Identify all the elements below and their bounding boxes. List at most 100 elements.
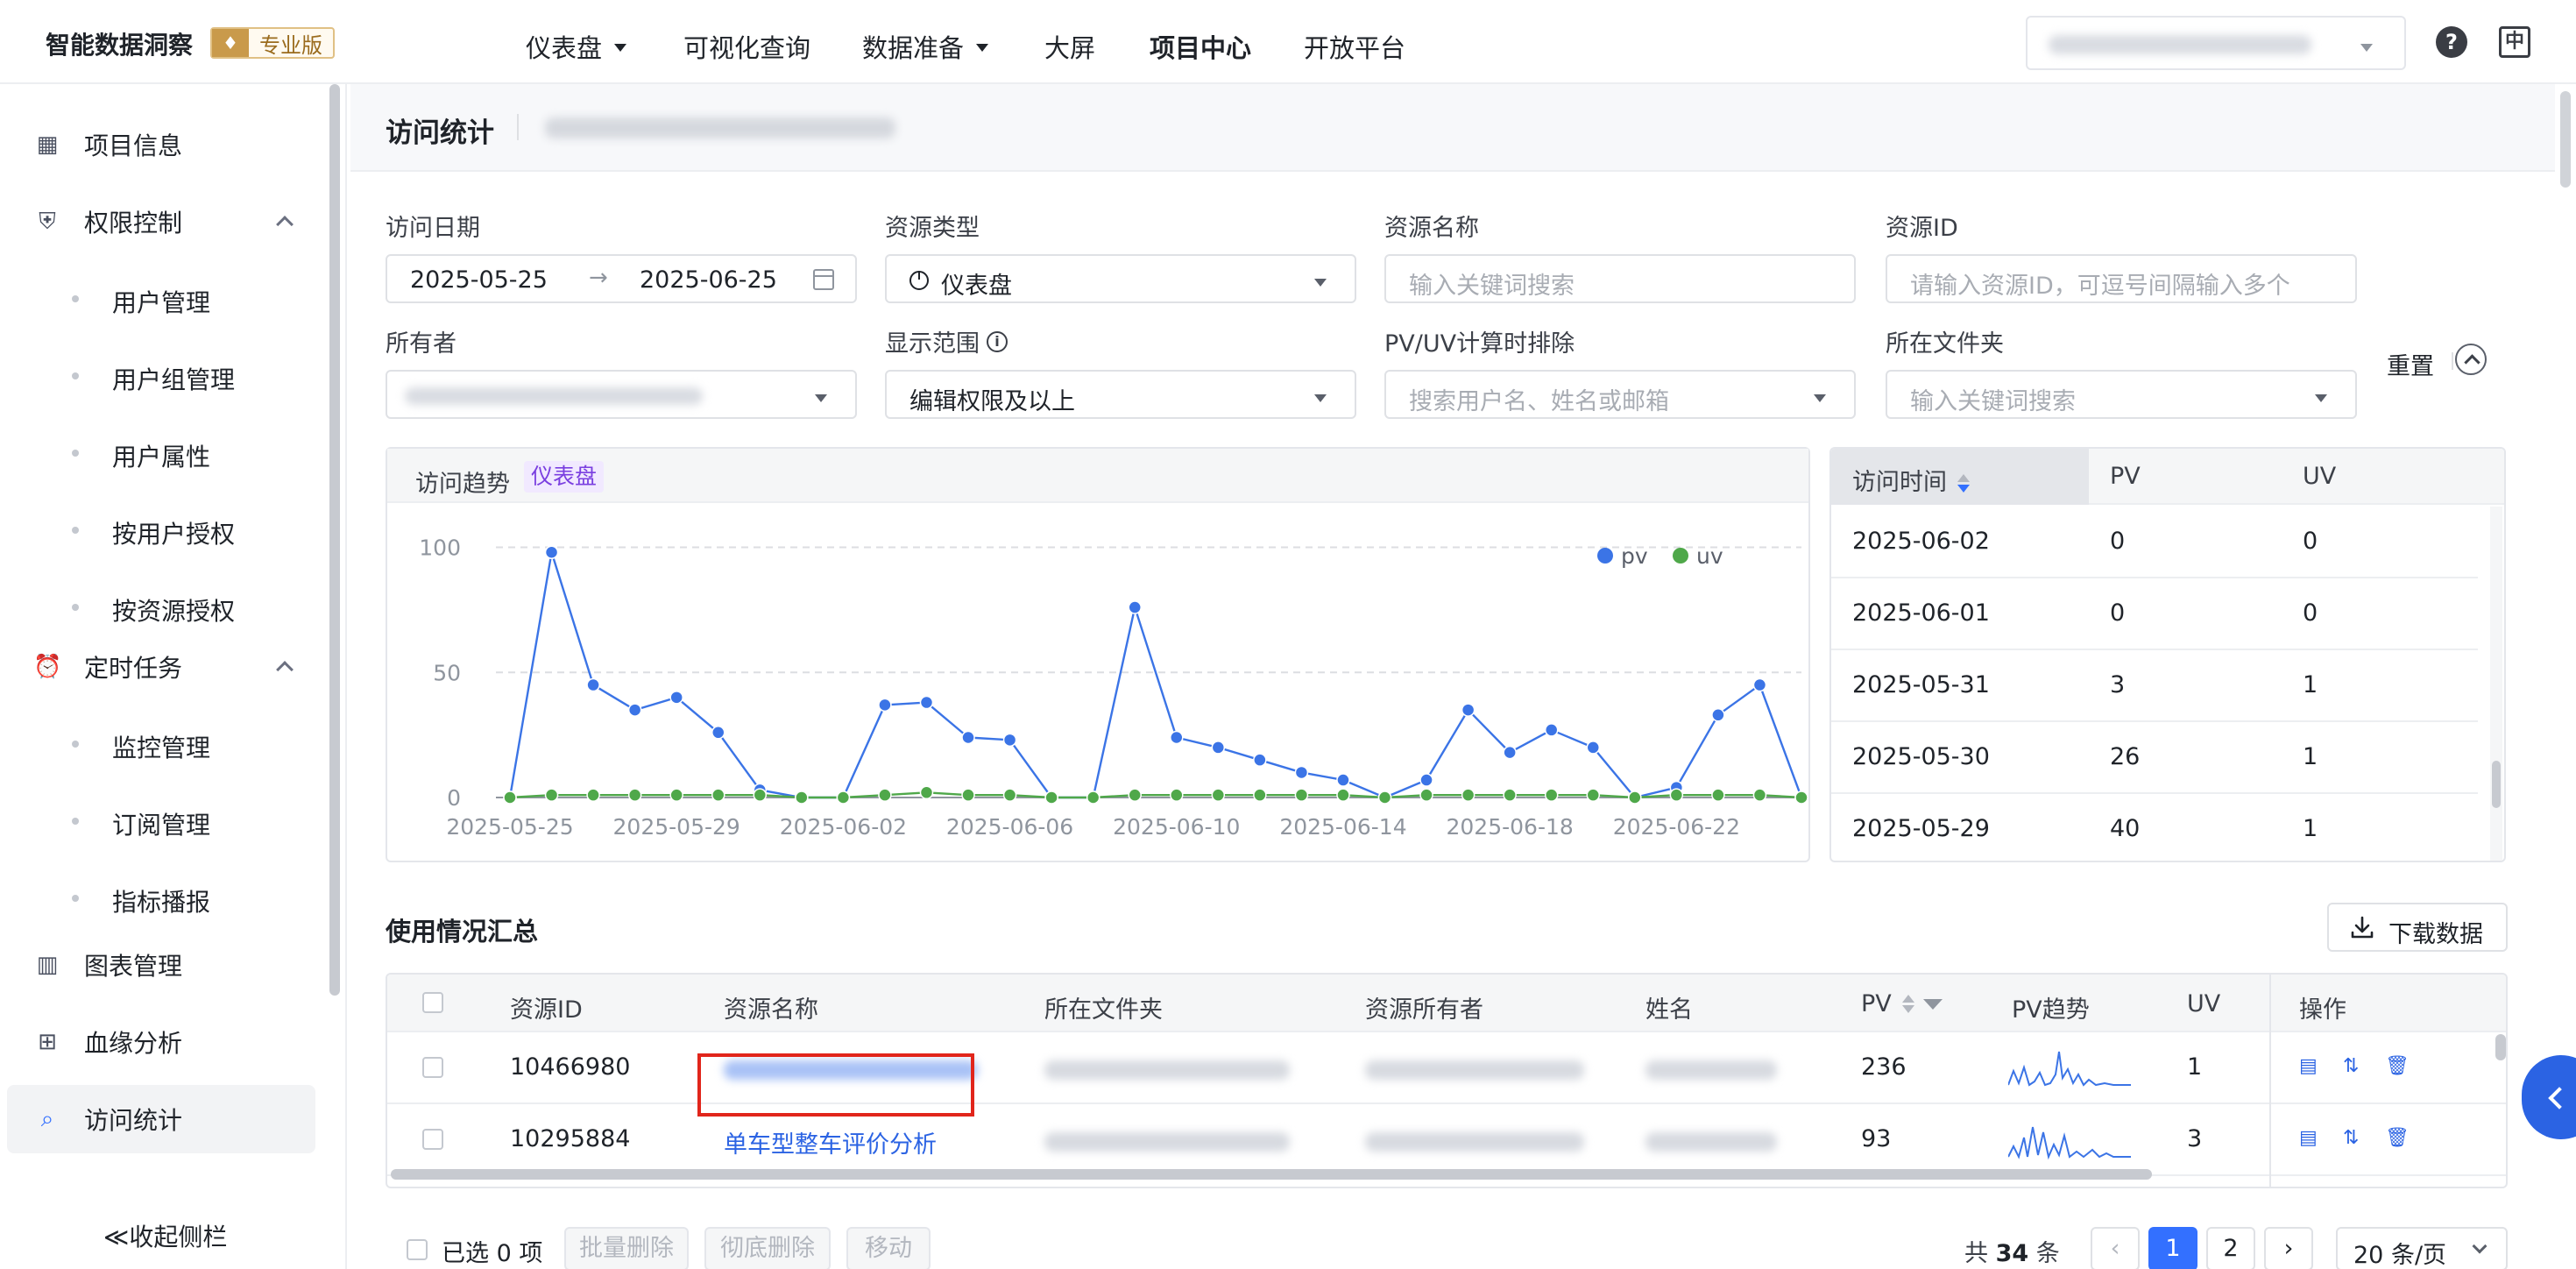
- redacted-owner: [405, 387, 703, 405]
- sidebar-item-user-attr[interactable]: 用户属性: [0, 419, 333, 487]
- transfer-icon[interactable]: ⇅: [2343, 1055, 2362, 1078]
- table-horizontal-scrollbar[interactable]: [391, 1169, 2152, 1180]
- legend-label-uv: uv: [1696, 543, 1723, 569]
- sidebar-item-user-group[interactable]: 用户组管理: [0, 342, 333, 410]
- exclude-users-select[interactable]: 搜索用户名、姓名或邮箱: [1384, 370, 1856, 419]
- row-checkbox[interactable]: [422, 1129, 443, 1150]
- project-selector[interactable]: [2026, 16, 2406, 70]
- nav-big-screen[interactable]: 大屏: [1044, 28, 1095, 65]
- data-point-uv: [1752, 788, 1767, 802]
- move-button[interactable]: 移动: [846, 1227, 931, 1269]
- download-data-button[interactable]: 下载数据: [2327, 903, 2508, 952]
- data-point-uv: [836, 790, 851, 805]
- sidebar-item-label: 权限控制: [84, 209, 183, 237]
- resource-type-select[interactable]: 仪表盘: [885, 254, 1356, 303]
- actions-column: ▤ ⇅ 🗑 ▤ ⇅ 🗑: [2269, 975, 2492, 1187]
- page-scrollbar[interactable]: [2560, 91, 2571, 188]
- th-pv-label: PV: [1861, 990, 1892, 1017]
- sidebar-item-chart-mgmt[interactable]: ▥ 图表管理: [0, 931, 333, 999]
- sort-desc-icon[interactable]: [1957, 473, 1970, 494]
- sidebar-scrollbar[interactable]: [329, 84, 340, 996]
- data-point-pv: [1336, 773, 1350, 787]
- page-2-button[interactable]: 2: [2206, 1227, 2255, 1269]
- arrow-right-icon: →: [589, 265, 608, 291]
- nav-visual-query[interactable]: 可视化查询: [683, 28, 810, 65]
- sidebar-item-auth-by-resource[interactable]: 按资源授权: [0, 573, 333, 642]
- trend-line-chart[interactable]: 0 50 100 2025-05-25 2025-05-29 2025-06-02 2025…: [387, 503, 1808, 861]
- reset-button[interactable]: 重置: [2387, 347, 2434, 381]
- purge-button[interactable]: 彻底删除: [704, 1227, 831, 1269]
- sidebar-item-user-mgmt[interactable]: 用户管理: [0, 265, 333, 333]
- resource-type-value: 仪表盘: [941, 273, 1012, 300]
- trend-chart-tag: 仪表盘: [524, 461, 605, 493]
- folder-select[interactable]: 输入关键词搜索: [1886, 370, 2357, 419]
- table-vertical-scrollbar[interactable]: [2495, 1034, 2506, 1060]
- page-size-select[interactable]: 20 条/页: [2336, 1227, 2508, 1269]
- nav-data-prep[interactable]: 数据准备: [862, 28, 989, 65]
- sidebar-item-subscription[interactable]: 订阅管理: [0, 787, 333, 855]
- sidebar-item-label: 按用户授权: [112, 520, 236, 549]
- info-icon[interactable]: i: [987, 330, 1008, 352]
- sidebar-item-scheduled-tasks[interactable]: ⏰ 定时任务: [0, 633, 333, 701]
- th-pv[interactable]: PV: [1861, 990, 1943, 1017]
- resource-name-placeholder: 输入关键词搜索: [1409, 273, 1575, 300]
- stats-cell-pv: 0: [2110, 528, 2126, 555]
- data-point-uv: [1170, 788, 1184, 802]
- data-point-uv: [1503, 788, 1517, 802]
- data-point-pv: [1544, 723, 1559, 737]
- document-icon[interactable]: ▤: [2299, 1127, 2318, 1150]
- caret-down-icon: [614, 43, 627, 52]
- row-checkbox[interactable]: [422, 1057, 443, 1078]
- sidebar-item-metric-broadcast[interactable]: 指标播报: [0, 864, 333, 932]
- trend-chart-header: 访问趋势 仪表盘: [387, 449, 1808, 503]
- transfer-icon[interactable]: ⇅: [2343, 1127, 2362, 1150]
- question-circle-icon[interactable]: ?: [2436, 26, 2467, 58]
- collapse-filters-icon[interactable]: [2455, 344, 2487, 375]
- trash-icon[interactable]: 🗑: [2385, 1127, 2410, 1150]
- sidebar-item-lineage[interactable]: ⊞ 血缘分析: [0, 1008, 333, 1076]
- bullet-dot: [72, 818, 79, 825]
- nav-project-center[interactable]: 项目中心: [1150, 28, 1251, 65]
- stats-th-time[interactable]: 访问时间: [1852, 463, 1970, 497]
- owner-select[interactable]: [386, 370, 857, 419]
- date-range-picker[interactable]: 2025-05-25 → 2025-06-25: [386, 254, 857, 303]
- resource-name-link[interactable]: 单车型整车评价分析: [724, 1125, 937, 1159]
- sidebar-item-permission[interactable]: ⛨ 权限控制: [0, 188, 333, 256]
- select-all-checkbox[interactable]: [422, 992, 443, 1013]
- filter-icon[interactable]: [1922, 998, 1943, 1010]
- nav-dashboard[interactable]: 仪表盘: [526, 28, 627, 65]
- sidebar-item-monitor[interactable]: 监控管理: [0, 710, 333, 778]
- folder-label: 所在文件夹: [1886, 330, 2004, 358]
- stats-cell-time: 2025-05-30: [1852, 743, 1990, 770]
- resource-name-input[interactable]: 输入关键词搜索: [1384, 254, 1856, 303]
- stats-cell-uv: 0: [2303, 599, 2318, 627]
- prev-page-button[interactable]: ‹: [2091, 1227, 2140, 1269]
- page-1-button[interactable]: 1: [2148, 1227, 2197, 1269]
- bulk-delete-button[interactable]: 批量删除: [564, 1227, 689, 1269]
- footer-select-checkbox[interactable]: [407, 1239, 428, 1260]
- collapse-sidebar-button[interactable]: ≪收起侧栏: [103, 1218, 227, 1253]
- download-icon: [2351, 916, 2374, 939]
- next-page-button[interactable]: ›: [2264, 1227, 2313, 1269]
- date-end[interactable]: 2025-06-25: [640, 266, 777, 294]
- bullet-dot: [72, 895, 79, 902]
- data-point-uv: [1419, 788, 1433, 802]
- stats-table-row: 2025-05-31 3 1: [1831, 650, 2478, 722]
- stats-table-row: 2025-06-01 0 0: [1831, 578, 2478, 650]
- sidebar-item-auth-by-user[interactable]: 按用户授权: [0, 496, 333, 564]
- trash-icon[interactable]: 🗑: [2385, 1055, 2410, 1078]
- sidebar-item-access-stats[interactable]: ⌕ 访问统计: [7, 1085, 315, 1153]
- data-point-pv: [919, 695, 934, 710]
- nav-open-platform[interactable]: 开放平台: [1304, 28, 1405, 65]
- scope-select[interactable]: 编辑权限及以上: [885, 370, 1356, 419]
- scope-label: 显示范围 i: [885, 324, 1008, 358]
- chinese-language-icon[interactable]: 中: [2499, 26, 2530, 58]
- document-icon[interactable]: ▤: [2299, 1055, 2318, 1078]
- resource-id-input[interactable]: 请输入资源ID，可逗号间隔输入多个: [1886, 254, 2357, 303]
- total-suffix: 条: [2035, 1240, 2060, 1267]
- sidebar-item-project-info[interactable]: ▦ 项目信息: [0, 110, 333, 179]
- date-start[interactable]: 2025-05-25: [410, 266, 548, 294]
- stats-scrollbar[interactable]: [2492, 761, 2501, 808]
- sort-icon[interactable]: [1901, 994, 1914, 1015]
- brand-name[interactable]: 智能数据洞察: [46, 26, 193, 61]
